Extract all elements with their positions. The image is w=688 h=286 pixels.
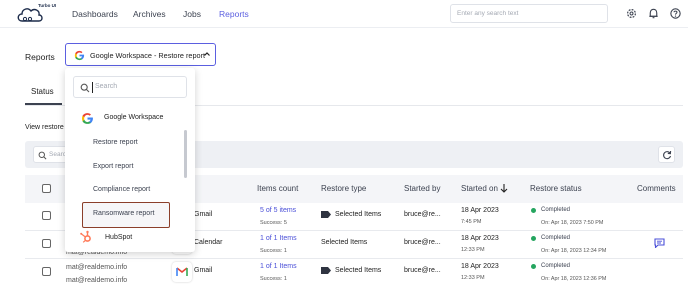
nav-reports[interactable]: Reports — [219, 9, 249, 19]
google-icon — [81, 113, 93, 124]
row-divider — [25, 258, 683, 259]
dropdown-item-restore-report[interactable]: Restore report — [93, 139, 138, 146]
row-restore-type: Selected Items — [321, 239, 368, 246]
row-status-date: On: Apr 18, 2023 12:34 PM — [541, 248, 607, 254]
row-items-link[interactable]: 1 of 1 Items — [260, 235, 297, 242]
dropdown-group-label: Google Workspace — [104, 114, 164, 121]
header-items-count[interactable]: Items count — [257, 184, 298, 193]
row-checkbox[interactable] — [42, 211, 51, 220]
row-restore-type: Selected Items — [335, 211, 382, 218]
row-started-time: 12:33 PM — [461, 247, 485, 253]
sort-down-arrow-icon[interactable] — [500, 183, 508, 193]
select-all-checkbox[interactable] — [42, 184, 51, 193]
row-started-by: bruce@re... — [404, 211, 441, 218]
help-icon[interactable] — [669, 7, 682, 20]
row-app-name: Gmail — [194, 211, 213, 218]
dropdown-item-export-report[interactable]: Export report — [93, 163, 133, 170]
row-success-count: Success: 5 — [260, 220, 287, 226]
header-started-by[interactable]: Started by — [404, 184, 440, 193]
dropdown-scrollbar[interactable] — [184, 130, 187, 178]
row-started-date: 18 Apr 2023 — [461, 207, 499, 214]
comment-icon[interactable] — [654, 238, 665, 248]
report-type-select[interactable]: Google Workspace - Restore report — [65, 43, 216, 66]
row-started-date: 18 Apr 2023 — [461, 263, 499, 270]
gear-icon[interactable] — [625, 7, 638, 20]
header-started-on[interactable]: Started on — [461, 184, 498, 193]
row-success-count: Success: 1 — [260, 276, 287, 282]
row-status: Completed — [541, 235, 571, 241]
dropdown-item-ransomware-report[interactable]: Ransomware report — [93, 210, 154, 217]
dropdown-search-input[interactable]: Search — [73, 76, 187, 98]
search-icon — [80, 83, 90, 93]
row-restore-type: Selected Items — [335, 267, 382, 274]
row-started-by: bruce@re... — [404, 267, 441, 274]
row-email: mat@realdemo.info — [66, 264, 128, 271]
status-dot — [531, 264, 536, 269]
row-status: Completed — [541, 263, 571, 269]
gmail-icon — [172, 262, 192, 282]
chevron-up-icon — [204, 52, 210, 56]
tag-icon — [321, 267, 331, 274]
text-cursor — [92, 82, 93, 93]
header-restore-type[interactable]: Restore type — [321, 184, 366, 193]
google-icon — [74, 50, 85, 61]
reports-label: Reports — [25, 52, 55, 62]
row-status-date: On: Apr 18, 2023 12:36 PM — [541, 276, 607, 282]
row-success-count: Success: 1 — [260, 248, 287, 254]
tab-status[interactable]: Status — [31, 87, 54, 96]
row-status-date: On: Apr 18, 2023 7:50 PM — [541, 220, 604, 226]
header-restore-status[interactable]: Restore status — [530, 184, 582, 193]
row-started-time: 12:33 PM — [461, 275, 485, 281]
refresh-icon — [663, 150, 672, 160]
bell-icon[interactable] — [647, 7, 660, 20]
report-type-dropdown: Search Google Workspace Restore report E… — [65, 68, 195, 252]
status-dot — [531, 236, 536, 241]
row-app-name: Calendar — [194, 239, 223, 246]
status-dot — [531, 208, 536, 213]
global-search-placeholder: Enter any search text — [457, 10, 519, 17]
report-type-selected-value: Google Workspace - Restore report — [90, 51, 206, 60]
row-items-link[interactable]: 5 of 5 items — [260, 207, 296, 214]
dropdown-group-hubspot[interactable]: HubSpot — [105, 234, 132, 241]
top-navigation-bar: Turbo UI Dashboards Archives Jobs Report… — [0, 0, 688, 28]
row-app-name: Gmail — [194, 267, 213, 274]
row-started-by: bruce@re... — [404, 239, 441, 246]
row-checkbox[interactable] — [42, 239, 51, 248]
section-title: View restore — [25, 124, 64, 131]
dropdown-item-compliance-report[interactable]: Compliance report — [93, 186, 150, 193]
row-started-date: 18 Apr 2023 — [461, 235, 499, 242]
nav-dashboards[interactable]: Dashboards — [72, 9, 118, 19]
row-checkbox[interactable] — [42, 267, 51, 276]
row-email: mat@realdemo.info — [66, 277, 128, 284]
nav-archives[interactable]: Archives — [133, 9, 166, 19]
nav-jobs[interactable]: Jobs — [183, 9, 201, 19]
header-comments[interactable]: Comments — [637, 184, 676, 193]
search-icon — [38, 151, 47, 160]
tag-icon — [321, 211, 331, 218]
dropdown-group-google-workspace: Google Workspace — [70, 106, 182, 130]
table-search-input[interactable]: Search — [33, 146, 70, 163]
app-logo-text: Turbo UI — [38, 3, 57, 8]
row-status: Completed — [541, 207, 571, 213]
refresh-button[interactable] — [658, 146, 675, 163]
hubspot-icon — [80, 230, 91, 243]
global-search-input[interactable]: Enter any search text — [450, 4, 608, 23]
row-items-link[interactable]: 1 of 1 Items — [260, 263, 297, 270]
row-started-time: 7:45 PM — [461, 219, 482, 225]
dropdown-search-placeholder: Search — [95, 83, 118, 90]
